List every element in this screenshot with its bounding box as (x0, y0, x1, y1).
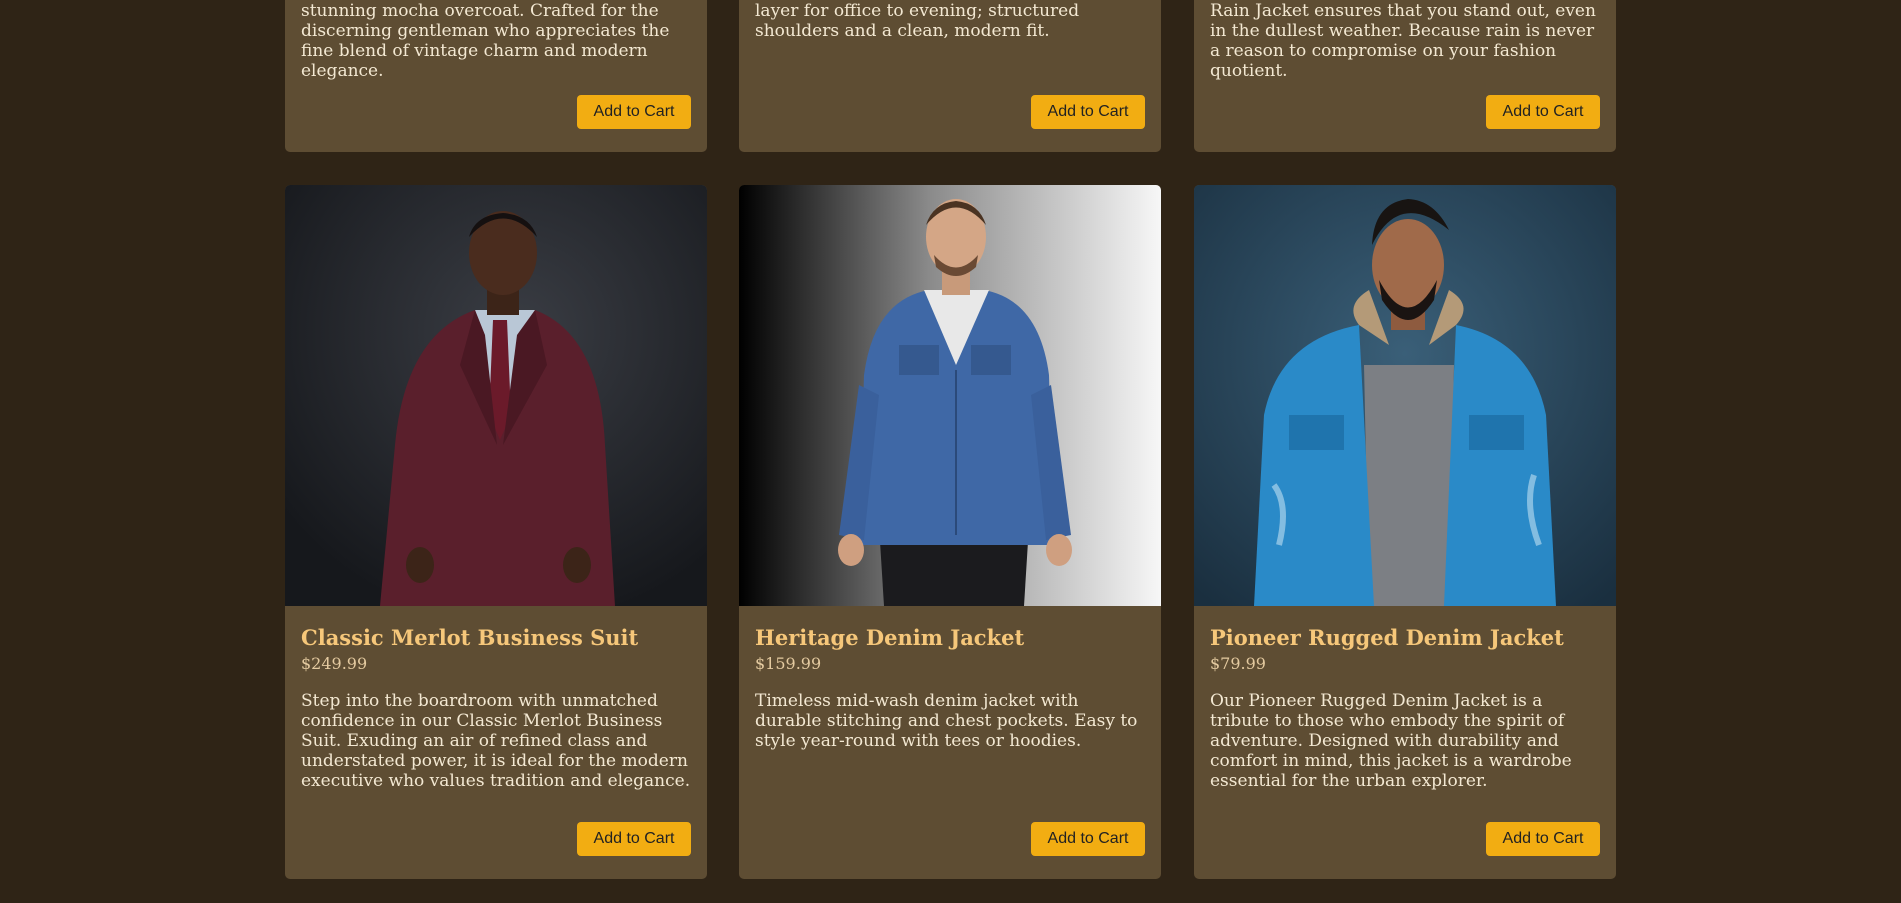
product-title[interactable]: Heritage Denim Jacket (755, 625, 1024, 650)
product-price: $249.99 (301, 654, 368, 673)
product-description: Our Pioneer Rugged Denim Jacket is a tri… (1210, 691, 1572, 791)
product-description: stunning mocha overcoat. Crafted for the… (301, 1, 670, 81)
add-to-cart-button[interactable]: Add to Cart (1486, 822, 1600, 856)
product-grid: stunning mocha overcoat. Crafted for the… (285, 0, 1616, 903)
add-to-cart-button[interactable]: Add to Cart (577, 822, 691, 856)
product-description: Timeless mid-wash denim jacket with dura… (755, 691, 1138, 751)
product-card: stunning mocha overcoat. Crafted for the… (285, 0, 707, 152)
product-description: layer for office to evening; structured … (755, 1, 1080, 41)
add-to-cart-button[interactable]: Add to Cart (1486, 95, 1600, 129)
product-description: Rain Jacket ensures that you stand out, … (1210, 1, 1596, 81)
product-title[interactable]: Pioneer Rugged Denim Jacket (1210, 625, 1564, 650)
product-card: Rain Jacket ensures that you stand out, … (1194, 0, 1616, 152)
add-to-cart-button[interactable]: Add to Cart (577, 95, 691, 129)
product-card: Classic Merlot Business Suit $249.99 Ste… (285, 185, 707, 879)
product-description: Step into the boardroom with unmatched c… (301, 691, 691, 791)
product-price: $159.99 (755, 654, 822, 673)
product-image-pioneer-denim[interactable] (1194, 185, 1616, 606)
product-card: layer for office to evening; structured … (739, 0, 1161, 152)
add-to-cart-button[interactable]: Add to Cart (1031, 822, 1145, 856)
product-image-merlot-suit[interactable] (285, 185, 707, 606)
add-to-cart-button[interactable]: Add to Cart (1031, 95, 1145, 129)
product-card: Pioneer Rugged Denim Jacket $79.99 Our P… (1194, 185, 1616, 879)
product-price: $79.99 (1210, 654, 1266, 673)
product-title[interactable]: Classic Merlot Business Suit (301, 625, 638, 650)
product-card: Heritage Denim Jacket $159.99 Timeless m… (739, 185, 1161, 879)
product-image-heritage-denim[interactable] (739, 185, 1161, 606)
